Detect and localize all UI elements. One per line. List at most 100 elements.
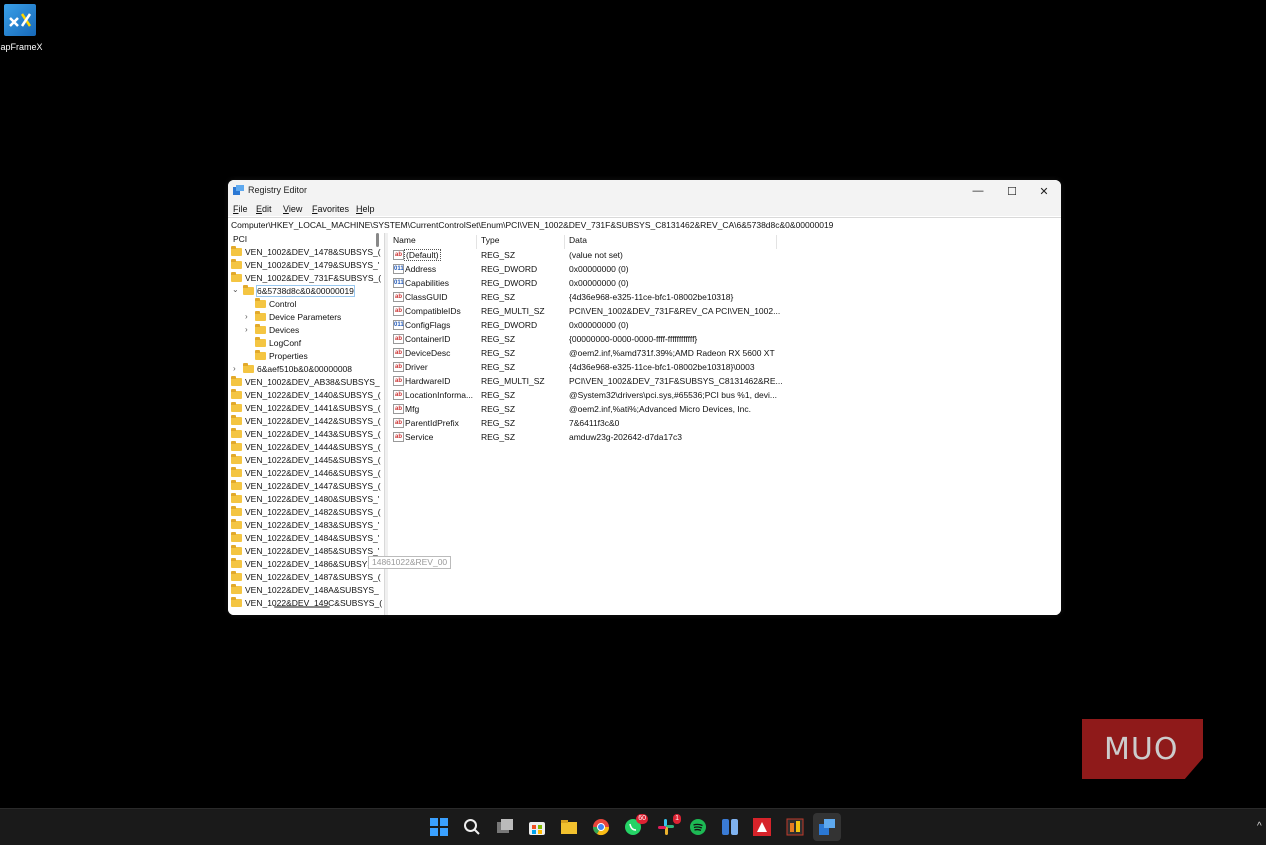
menu-view[interactable]: View <box>283 204 302 214</box>
notification-badge: 1 <box>673 814 681 824</box>
chevron-right-icon[interactable]: › <box>245 325 248 334</box>
tree-item[interactable]: VEN_1022&DEV_1440&SUBSYS_( <box>231 389 381 403</box>
string-value-icon: ab <box>393 432 404 442</box>
value-row[interactable]: ab ClassGUID REG_SZ {4d36e968-e325-11ce-… <box>388 290 1061 304</box>
app-icon[interactable] <box>786 818 804 836</box>
menu-file[interactable]: File <box>233 204 248 214</box>
value-row[interactable]: ab (Default) REG_SZ (value not set) <box>388 248 1061 262</box>
folder-icon <box>231 480 242 490</box>
tree-item-control[interactable]: Control <box>255 298 296 312</box>
tree-item[interactable]: VEN_1022&DEV_1444&SUBSYS_( <box>231 441 381 455</box>
tree-item[interactable]: VEN_1022&DEV_1483&SUBSYS_' <box>231 519 379 533</box>
taskbar: 60 1 ^ <box>0 808 1266 845</box>
value-row[interactable]: ab DeviceDesc REG_SZ @oem2.inf,%amd731f.… <box>388 346 1061 360</box>
value-row[interactable]: ab Service REG_SZ amduw23g-202642-d7da17… <box>388 430 1061 444</box>
tree-vertical-scrollbar[interactable] <box>376 233 379 247</box>
tree-item[interactable]: VEN_1022&DEV_1482&SUBSYS_( <box>231 506 381 520</box>
tree-item[interactable]: VEN_1022&DEV_1442&SUBSYS_( <box>231 415 381 429</box>
column-header-name[interactable]: Name <box>393 235 477 249</box>
values-pane[interactable]: Name Type Data ab (Default) REG_SZ (valu… <box>388 233 1061 615</box>
menu-edit[interactable]: Edit <box>256 204 272 214</box>
file-explorer-icon[interactable] <box>560 818 578 836</box>
tree-horizontal-scrollbar[interactable] <box>274 606 330 608</box>
chevron-right-icon[interactable]: › <box>233 364 236 373</box>
value-row[interactable]: ab Driver REG_SZ {4d36e968-e325-11ce-bfc… <box>388 360 1061 374</box>
value-row[interactable]: 011 Capabilities REG_DWORD 0x00000000 (0… <box>388 276 1061 290</box>
close-button[interactable]: ✕ <box>1027 180 1061 202</box>
amd-software-icon[interactable] <box>753 818 771 836</box>
binary-value-icon: 011 <box>393 320 404 330</box>
folder-icon <box>231 272 242 282</box>
tree-item-devices[interactable]: Devices <box>255 324 299 338</box>
minimize-button[interactable]: — <box>961 180 995 202</box>
column-header-type[interactable]: Type <box>481 235 565 249</box>
tree-item-properties[interactable]: Properties <box>255 350 308 364</box>
tree-item[interactable]: VEN_1022&DEV_1446&SUBSYS_( <box>231 467 381 481</box>
value-row[interactable]: ab HardwareID REG_MULTI_SZ PCI\VEN_1002&… <box>388 374 1061 388</box>
binary-value-icon: 011 <box>393 264 404 274</box>
chrome-icon[interactable] <box>592 818 610 836</box>
value-row[interactable]: ab ContainerID REG_SZ {00000000-0000-000… <box>388 332 1061 346</box>
folder-icon <box>231 441 242 451</box>
notification-badge: 60 <box>636 814 648 824</box>
tree-item[interactable]: VEN_1022&DEV_1484&SUBSYS_' <box>231 532 379 546</box>
tree-item[interactable]: VEN_1002&DEV_1479&SUBSYS_' <box>231 259 379 273</box>
menu-favorites[interactable]: Favorites <box>312 204 349 214</box>
folder-icon <box>255 337 266 347</box>
title-bar[interactable]: Registry Editor — ☐ ✕ <box>228 180 1061 202</box>
start-button-icon[interactable] <box>430 818 448 836</box>
value-row[interactable]: 011 ConfigFlags REG_DWORD 0x00000000 (0) <box>388 318 1061 332</box>
tree-item[interactable]: VEN_1022&DEV_148A&SUBSYS_ <box>231 584 379 598</box>
folder-icon <box>231 532 242 542</box>
tree-item[interactable]: VEN_1022&DEV_1445&SUBSYS_( <box>231 454 381 468</box>
string-value-icon: ab <box>393 404 404 414</box>
tree-item-selected[interactable]: 6&5738d8c&0&00000019 <box>243 285 355 299</box>
value-row[interactable]: ab CompatibleIDs REG_MULTI_SZ PCI\VEN_10… <box>388 304 1061 318</box>
tree-item-logconf[interactable]: LogConf <box>255 337 301 351</box>
folder-icon <box>231 415 242 425</box>
chevron-right-icon[interactable]: › <box>245 312 248 321</box>
tree-item[interactable]: VEN_1022&DEV_1480&SUBSYS_' <box>231 493 379 507</box>
value-row[interactable]: ab ParentIdPrefix REG_SZ 7&6411f3c&0 <box>388 416 1061 430</box>
spotify-icon[interactable] <box>689 818 707 836</box>
task-view-icon[interactable] <box>496 818 514 836</box>
menu-bar: File Edit View Favorites Help <box>228 202 1061 216</box>
address-bar[interactable]: Computer\HKEY_LOCAL_MACHINE\SYSTEM\Curre… <box>228 217 1061 234</box>
tree-item[interactable]: VEN_1002&DEV_1478&SUBSYS_( <box>231 246 381 260</box>
folder-icon <box>231 246 242 256</box>
tree-item[interactable]: VEN_1022&DEV_1486&SUBSYS_ <box>231 558 378 572</box>
tree-item[interactable]: VEN_1002&DEV_731F&SUBSYS_( <box>231 272 381 286</box>
tree-item[interactable]: VEN_1022&DEV_1487&SUBSYS_( <box>231 571 381 585</box>
regedit-taskbar-icon[interactable] <box>818 818 836 836</box>
window-title: Registry Editor <box>248 185 308 195</box>
tree-item[interactable]: VEN_1022&DEV_1443&SUBSYS_( <box>231 428 381 442</box>
search-icon[interactable] <box>463 818 481 836</box>
value-row[interactable]: ab LocationInforma... REG_SZ @System32\d… <box>388 388 1061 402</box>
tree-item[interactable]: VEN_1022&DEV_149C&SUBSYS_( <box>231 597 382 611</box>
string-value-icon: ab <box>393 362 404 372</box>
column-header-data[interactable]: Data <box>569 235 777 249</box>
folder-icon <box>231 545 242 555</box>
folder-icon <box>255 298 266 308</box>
value-row[interactable]: 011 Address REG_DWORD 0x00000000 (0) <box>388 262 1061 276</box>
whatsapp-icon[interactable]: 60 <box>624 814 648 836</box>
tree-item[interactable]: VEN_1002&DEV_AB38&SUBSYS_ <box>231 376 380 390</box>
app-icon[interactable] <box>721 818 739 836</box>
maximize-button[interactable]: ☐ <box>995 180 1029 202</box>
chevron-up-icon[interactable]: ^ <box>1257 821 1262 832</box>
tree-item-sibling[interactable]: 6&aef510b&0&00000008 <box>243 363 352 377</box>
folder-icon <box>231 519 242 529</box>
slack-icon[interactable]: 1 <box>657 814 681 836</box>
value-row[interactable]: ab Mfg REG_SZ @oem2.inf,%ati%;Advanced M… <box>388 402 1061 416</box>
menu-help[interactable]: Help <box>356 204 375 214</box>
microsoft-store-icon[interactable] <box>528 818 546 836</box>
address-text[interactable]: Computer\HKEY_LOCAL_MACHINE\SYSTEM\Curre… <box>231 220 833 230</box>
chevron-down-icon[interactable]: ⌄ <box>232 285 239 294</box>
tree-item[interactable]: VEN_1022&DEV_1441&SUBSYS_( <box>231 402 381 416</box>
tree-item-device-parameters[interactable]: Device Parameters <box>255 311 341 325</box>
desktop-icon-label: CapFrameX <box>0 42 43 52</box>
tree-item[interactable]: VEN_1022&DEV_1485&SUBSYS_' <box>231 545 379 559</box>
tree-pane[interactable]: PCI VEN_1002&DEV_1478&SUBSYS_( VEN_1002&… <box>228 233 385 615</box>
tree-item[interactable]: VEN_1022&DEV_1447&SUBSYS_( <box>231 480 381 494</box>
tooltip: 14861022&REV_00 <box>368 556 452 569</box>
